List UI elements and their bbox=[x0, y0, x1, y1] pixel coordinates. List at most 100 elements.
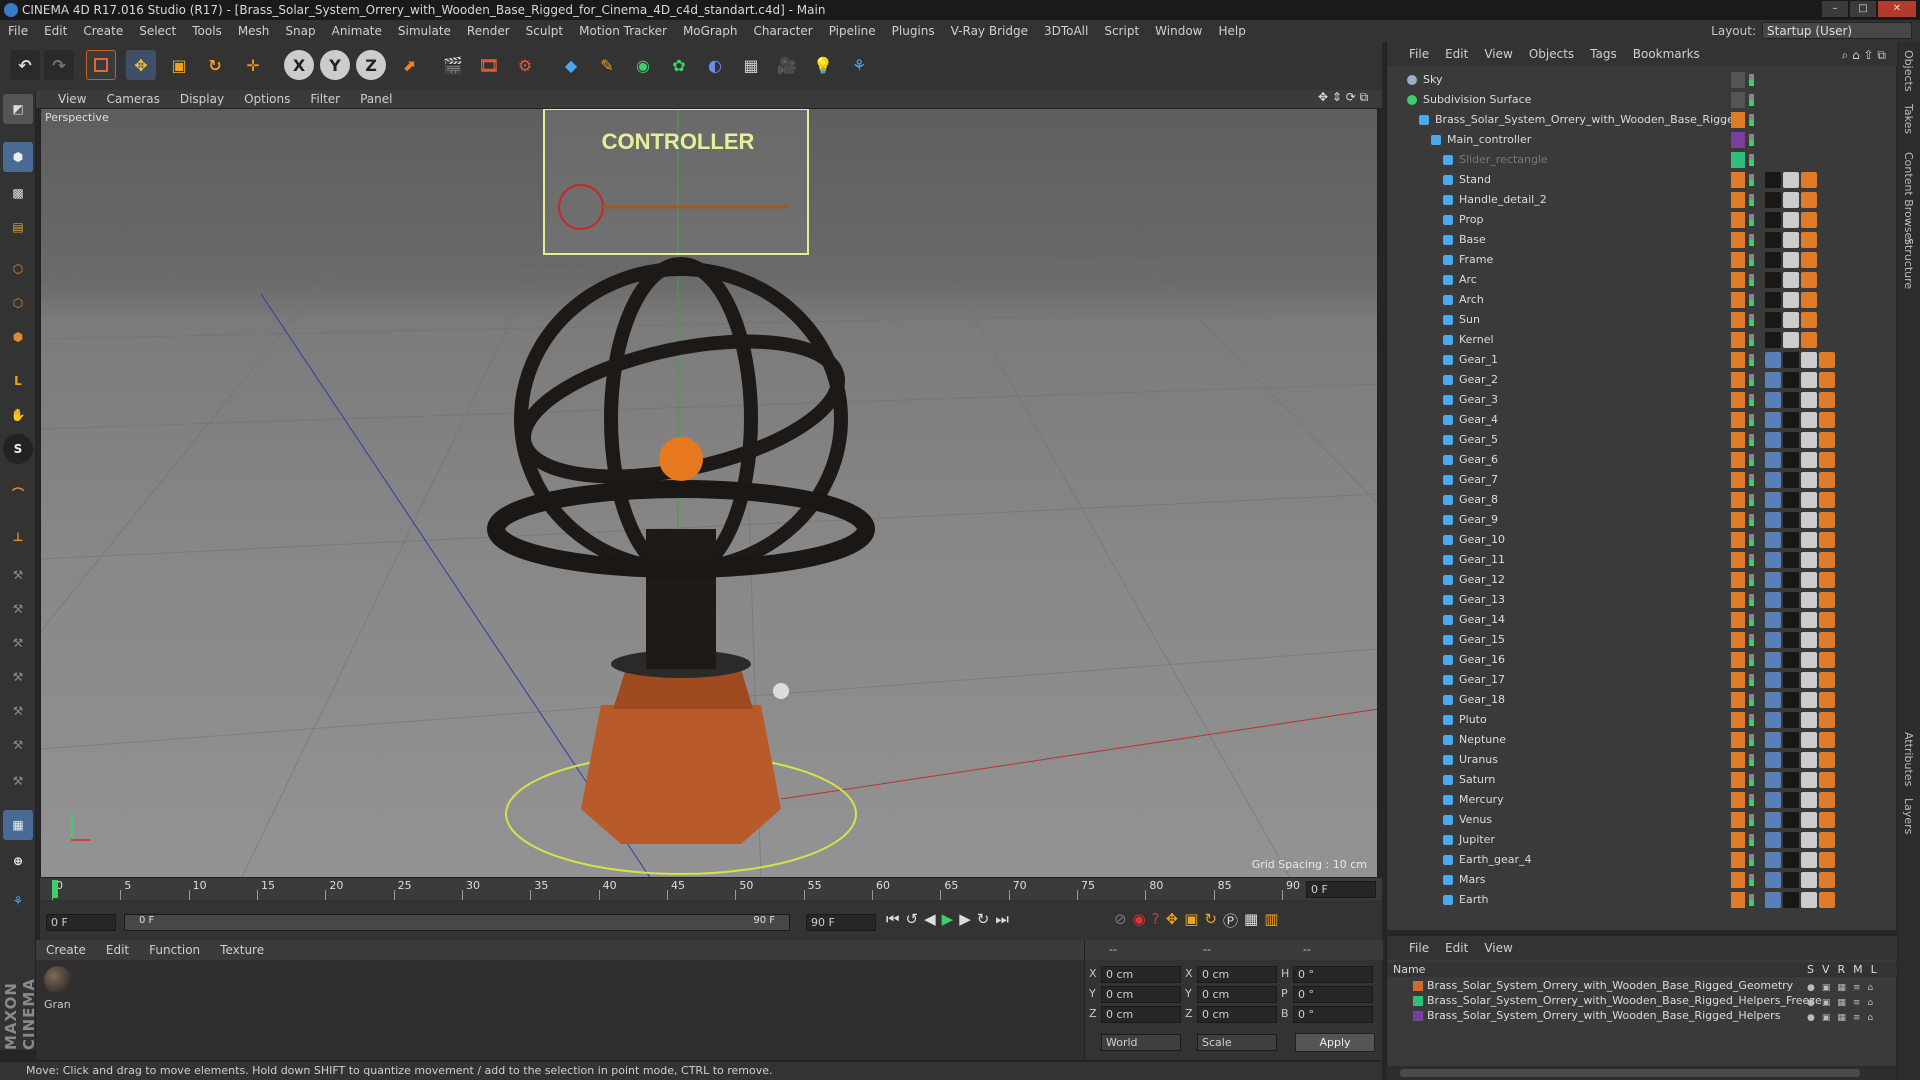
snap-toggle[interactable]: S bbox=[3, 434, 33, 464]
tag-icon[interactable] bbox=[1765, 652, 1781, 668]
layer-color-chip[interactable] bbox=[1731, 732, 1745, 748]
visibility-dots[interactable] bbox=[1749, 814, 1754, 826]
menu-tools[interactable]: Tools bbox=[184, 24, 230, 38]
tweak-mode-icon[interactable]: ✋ bbox=[3, 400, 33, 430]
tag-icon[interactable] bbox=[1783, 692, 1799, 708]
tag-icon[interactable] bbox=[1783, 492, 1799, 508]
layer-color-chip[interactable] bbox=[1731, 892, 1745, 908]
maximize-view-icon[interactable]: ⧉ bbox=[1360, 90, 1369, 104]
current-frame-field[interactable]: 0 F bbox=[1306, 881, 1376, 898]
menu-3dtoall[interactable]: 3DToAll bbox=[1036, 24, 1096, 38]
tag-icon[interactable] bbox=[1783, 172, 1799, 188]
tag-icon[interactable] bbox=[1819, 732, 1835, 748]
object-row[interactable]: Pluto bbox=[1387, 710, 1897, 730]
tag-icon[interactable] bbox=[1783, 772, 1799, 788]
spline-pen-icon[interactable]: ✎ bbox=[592, 50, 622, 80]
visibility-dots[interactable] bbox=[1749, 474, 1754, 486]
tag-icon[interactable] bbox=[1819, 472, 1835, 488]
end-frame-field[interactable]: 90 F bbox=[806, 914, 876, 931]
layer-color-chip[interactable] bbox=[1731, 152, 1745, 168]
tag-icon[interactable] bbox=[1783, 712, 1799, 728]
layers-menu-file[interactable]: File bbox=[1401, 941, 1437, 955]
tag-icon[interactable] bbox=[1801, 572, 1817, 588]
tag-icon[interactable] bbox=[1783, 272, 1799, 288]
tag-icon[interactable] bbox=[1783, 792, 1799, 808]
tag-icon[interactable] bbox=[1801, 232, 1817, 248]
visibility-dots[interactable] bbox=[1749, 734, 1754, 746]
tag-icon[interactable] bbox=[1765, 352, 1781, 368]
magnet-icon[interactable]: ⌒ bbox=[3, 478, 33, 508]
layer-color-chip[interactable] bbox=[1731, 292, 1745, 308]
tag-icon[interactable] bbox=[1765, 512, 1781, 528]
layer-color-chip[interactable] bbox=[1731, 372, 1745, 388]
visibility-dots[interactable] bbox=[1749, 354, 1754, 366]
coordinate-system-icon[interactable]: ⬈ bbox=[394, 50, 424, 80]
tag-icon[interactable] bbox=[1801, 652, 1817, 668]
tag-icon[interactable] bbox=[1783, 832, 1799, 848]
tag-icon[interactable] bbox=[1819, 832, 1835, 848]
object-row[interactable]: Gear_10 bbox=[1387, 530, 1897, 550]
side-tab-objects[interactable]: Objects bbox=[1902, 50, 1915, 92]
tag-icon[interactable] bbox=[1783, 252, 1799, 268]
object-row[interactable]: Gear_2 bbox=[1387, 370, 1897, 390]
visibility-dots[interactable] bbox=[1749, 414, 1754, 426]
light-icon[interactable]: 💡 bbox=[808, 50, 838, 80]
object-row[interactable]: Gear_8 bbox=[1387, 490, 1897, 510]
tag-icon[interactable] bbox=[1765, 752, 1781, 768]
tag-icon[interactable] bbox=[1765, 792, 1781, 808]
object-row[interactable]: Kernel bbox=[1387, 330, 1897, 350]
tag-icon[interactable] bbox=[1819, 532, 1835, 548]
tag-icon[interactable] bbox=[1783, 812, 1799, 828]
subdivision-surface-icon[interactable]: ◉ bbox=[628, 50, 658, 80]
pla-key-icon[interactable]: ▦ bbox=[1244, 910, 1258, 931]
layer-color-chip[interactable] bbox=[1731, 532, 1745, 548]
tag-icon[interactable] bbox=[1783, 552, 1799, 568]
tag-icon[interactable] bbox=[1783, 412, 1799, 428]
tag-icon[interactable] bbox=[1783, 312, 1799, 328]
tag-icon[interactable] bbox=[1783, 632, 1799, 648]
tag-icon[interactable] bbox=[1765, 812, 1781, 828]
tag-icon[interactable] bbox=[1801, 772, 1817, 788]
tag-icon[interactable] bbox=[1819, 372, 1835, 388]
visibility-dots[interactable] bbox=[1749, 454, 1754, 466]
object-row[interactable]: Gear_17 bbox=[1387, 670, 1897, 690]
rotate-view-icon[interactable]: ⟳ bbox=[1346, 90, 1356, 104]
tag-icon[interactable] bbox=[1783, 572, 1799, 588]
close-button[interactable]: ✕ bbox=[1878, 1, 1916, 17]
edges-mode-icon[interactable]: ⬡ bbox=[3, 288, 33, 318]
layout-dropdown[interactable]: Startup (User) bbox=[1762, 22, 1912, 39]
grid-snap-icon[interactable]: ▦ bbox=[3, 810, 33, 840]
tag-icon[interactable] bbox=[1801, 352, 1817, 368]
tag-icon[interactable] bbox=[1765, 432, 1781, 448]
layer-color-chip[interactable] bbox=[1731, 352, 1745, 368]
material-menu-create[interactable]: Create bbox=[36, 943, 96, 957]
object-row[interactable]: Slider_rectangle bbox=[1387, 150, 1897, 170]
object-row[interactable]: Mars bbox=[1387, 870, 1897, 890]
previous-frame-icon[interactable]: ◀ bbox=[924, 910, 936, 928]
transform-mode-dropdown[interactable]: Scale bbox=[1197, 1034, 1277, 1051]
tag-icon[interactable] bbox=[1819, 792, 1835, 808]
object-row[interactable]: Gear_1 bbox=[1387, 350, 1897, 370]
side-tab-attributes[interactable]: Attributes bbox=[1902, 732, 1915, 786]
start-frame-field[interactable]: 0 F bbox=[46, 914, 116, 931]
tag-icon[interactable] bbox=[1783, 452, 1799, 468]
layer-color-chip[interactable] bbox=[1731, 452, 1745, 468]
menu-window[interactable]: Window bbox=[1147, 24, 1210, 38]
tag-icon[interactable] bbox=[1783, 512, 1799, 528]
transform-tool-icon[interactable]: ✛ bbox=[238, 50, 268, 80]
layer-color-chip[interactable] bbox=[1731, 252, 1745, 268]
visibility-dots[interactable] bbox=[1749, 374, 1754, 386]
tag-icon[interactable] bbox=[1783, 752, 1799, 768]
tag-icon[interactable] bbox=[1783, 432, 1799, 448]
layer-color-swatch[interactable] bbox=[1413, 981, 1423, 991]
camera-icon[interactable]: 🎥 bbox=[772, 50, 802, 80]
tag-icon[interactable] bbox=[1819, 852, 1835, 868]
tag-icon[interactable] bbox=[1765, 452, 1781, 468]
autokey-icon[interactable]: ◉ bbox=[1133, 910, 1146, 931]
objects-menu-file[interactable]: File bbox=[1401, 47, 1437, 61]
tag-icon[interactable] bbox=[1765, 872, 1781, 888]
tag-icon[interactable] bbox=[1765, 372, 1781, 388]
object-row[interactable]: Saturn bbox=[1387, 770, 1897, 790]
magnet-lock-icon[interactable]: ⊕ bbox=[3, 846, 33, 876]
visibility-dots[interactable] bbox=[1749, 234, 1754, 246]
